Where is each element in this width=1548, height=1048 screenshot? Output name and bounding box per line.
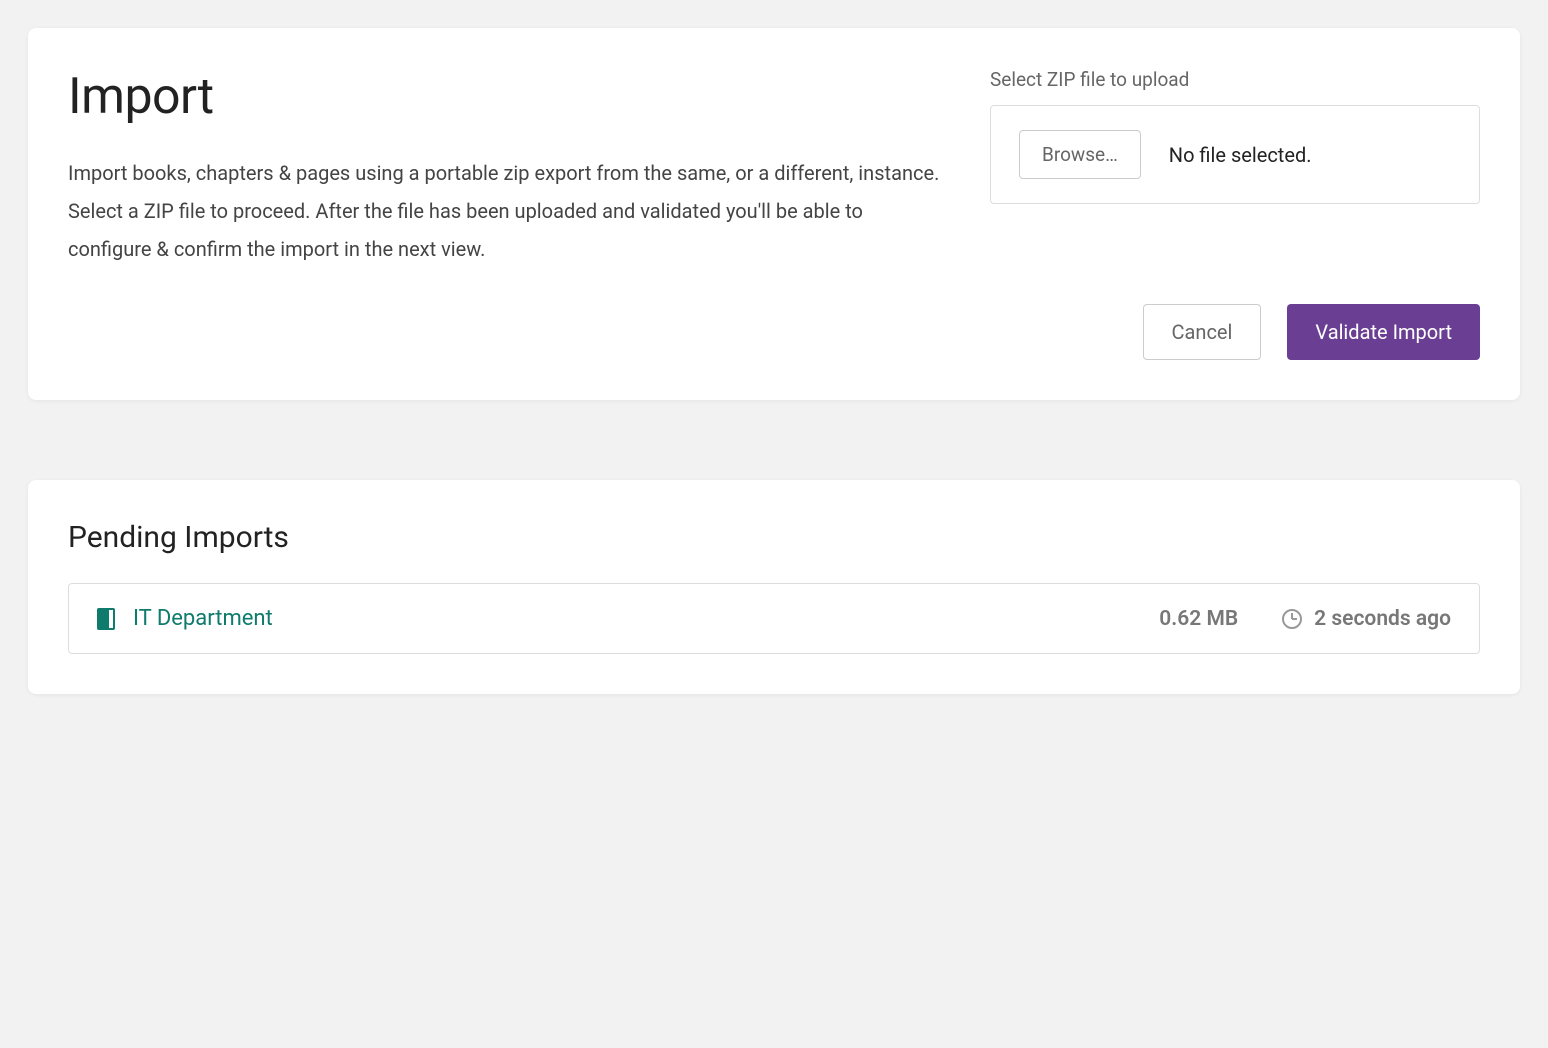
file-selector: Browse… No file selected. bbox=[990, 105, 1480, 204]
clock-icon bbox=[1282, 609, 1302, 629]
pending-import-time: 2 seconds ago bbox=[1314, 607, 1451, 631]
pending-import-size: 0.62 MB bbox=[1159, 607, 1238, 631]
file-status-text: No file selected. bbox=[1169, 143, 1312, 167]
cancel-button[interactable]: Cancel bbox=[1143, 304, 1262, 360]
upload-label: Select ZIP file to upload bbox=[990, 68, 1480, 91]
page-title: Import bbox=[68, 68, 950, 126]
import-description: Import books, chapters & pages using a p… bbox=[68, 154, 950, 268]
pending-imports-title: Pending Imports bbox=[68, 520, 1480, 555]
pending-imports-card: Pending Imports IT Department 0.62 MB 2 … bbox=[28, 480, 1520, 694]
pending-import-name: IT Department bbox=[133, 606, 273, 631]
import-card: Import Import books, chapters & pages us… bbox=[28, 28, 1520, 400]
validate-import-button[interactable]: Validate Import bbox=[1287, 304, 1480, 360]
book-icon bbox=[97, 608, 115, 630]
browse-button[interactable]: Browse… bbox=[1019, 130, 1141, 179]
pending-import-item[interactable]: IT Department 0.62 MB 2 seconds ago bbox=[68, 583, 1480, 654]
